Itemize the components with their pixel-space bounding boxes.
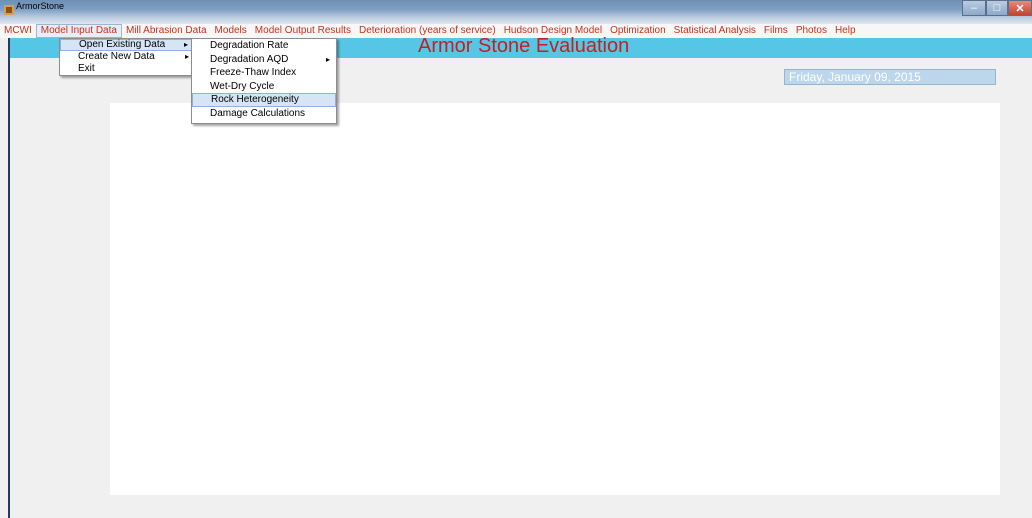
maximize-button[interactable]: □	[986, 0, 1008, 16]
menu-statistical-analysis[interactable]: Statistical Analysis	[670, 24, 760, 38]
open-existing-data-submenu: Degradation Rate Degradation AQD ▸ Freez…	[191, 38, 337, 124]
menu-create-new-data[interactable]: Create New Data ▸	[60, 51, 195, 63]
menu-degradation-rate-label: Degradation Rate	[210, 40, 289, 51]
minimize-button[interactable]: –	[962, 0, 986, 16]
menu-rock-heterogeneity-label: Rock Heterogeneity	[211, 94, 299, 106]
menu-model-output-results[interactable]: Model Output Results	[251, 24, 355, 38]
menu-films[interactable]: Films	[760, 24, 792, 38]
menu-freeze-thaw-index-label: Freeze-Thaw Index	[210, 67, 297, 79]
menu-rock-heterogeneity[interactable]: Rock Heterogeneity	[192, 93, 336, 107]
menu-open-existing-data[interactable]: Open Existing Data ▸	[60, 39, 195, 51]
app-window: ArmorStone – □ ✕ MCWI Model Input Data M…	[0, 0, 1032, 518]
page-title: Armor Stone Evaluation	[418, 35, 630, 57]
menu-models[interactable]: Models	[211, 24, 251, 38]
close-button[interactable]: ✕	[1008, 0, 1032, 16]
content-panel	[110, 103, 1000, 495]
menu-exit[interactable]: Exit	[60, 63, 195, 75]
menu-wet-dry-cycle-label: Wet-Dry Cycle	[210, 80, 275, 92]
window-left-border	[8, 38, 10, 518]
menu-wet-dry-cycle[interactable]: Wet-Dry Cycle	[192, 80, 336, 94]
menu-damage-calculations-label: Damage Calculations	[210, 107, 306, 119]
menu-photos[interactable]: Photos	[792, 24, 831, 38]
submenu-arrow-icon: ▸	[184, 52, 189, 61]
menu-degradation-aqd-label: Degradation AQD	[210, 53, 289, 65]
menu-help[interactable]: Help	[831, 24, 860, 38]
menu-mill-abrasion-data[interactable]: Mill Abrasion Data	[122, 24, 211, 38]
menu-model-input-data[interactable]: Model Input Data	[35, 24, 122, 38]
submenu-arrow-icon: ▸	[325, 54, 330, 64]
model-input-data-menu: Open Existing Data ▸ Create New Data ▸ E…	[59, 38, 196, 76]
menu-mcwi[interactable]: MCWI	[0, 24, 36, 38]
menu-degradation-rate[interactable]: Degradation Rate	[192, 39, 336, 53]
menu-open-existing-data-label: Open Existing Data	[79, 39, 166, 50]
menu-damage-calculations[interactable]: Damage Calculations	[192, 107, 336, 121]
title-bar[interactable]: ArmorStone – □ ✕	[0, 0, 1032, 24]
menu-freeze-thaw-index[interactable]: Freeze-Thaw Index	[192, 66, 336, 80]
submenu-arrow-icon: ▸	[183, 40, 188, 49]
menu-degradation-aqd[interactable]: Degradation AQD ▸	[192, 53, 336, 67]
menu-exit-label: Exit	[78, 63, 95, 74]
window-title: ArmorStone	[16, 1, 65, 11]
app-icon	[4, 2, 14, 15]
menu-create-new-data-label: Create New Data	[78, 51, 155, 62]
date-display: Friday, January 09, 2015	[784, 69, 996, 85]
